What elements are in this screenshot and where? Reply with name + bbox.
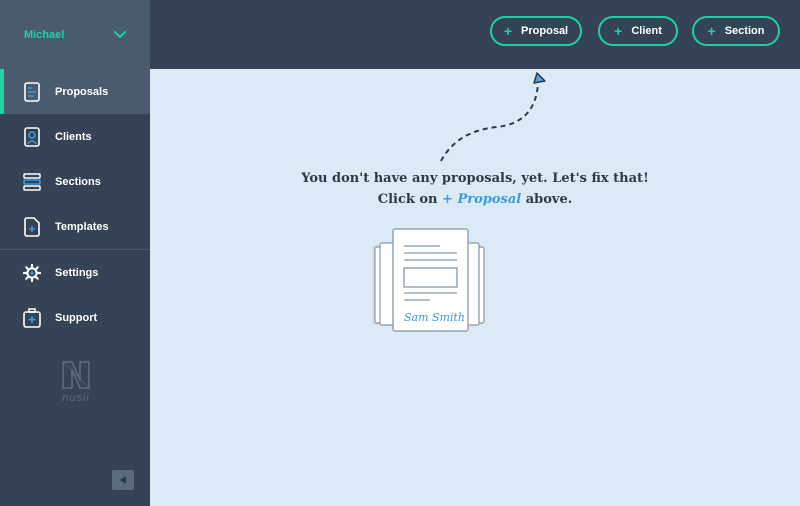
sidebar-item-templates[interactable]: Templates [0, 204, 150, 249]
chevron-down-icon [114, 30, 126, 39]
user-name: Michael [24, 28, 65, 41]
add-proposal-button[interactable]: + Proposal [490, 16, 582, 46]
sidebar-nav: Proposals Clients Sections Templates Set… [0, 69, 150, 340]
plus-icon: + [707, 23, 716, 39]
add-section-button[interactable]: + Section [692, 16, 780, 46]
gear-icon [23, 263, 41, 283]
add-proposal-label: Proposal [521, 25, 569, 37]
sidebar-item-label: Support [55, 311, 98, 324]
nusii-logo: nusii [58, 358, 94, 404]
client-badge-icon [23, 126, 41, 147]
triangle-left-icon [120, 476, 126, 484]
proposal-document-illustration: Sam Smith [372, 228, 485, 332]
sidebar-item-label: Templates [55, 220, 109, 233]
add-client-button[interactable]: + Client [598, 16, 678, 46]
sidebar: Michael Proposals Clients Sections Templ… [0, 0, 150, 506]
add-section-label: Section [724, 25, 765, 37]
first-aid-kit-icon [23, 307, 41, 328]
top-toolbar: + Proposal + Client + Section [150, 0, 800, 69]
sidebar-item-support[interactable]: Support [0, 295, 150, 340]
empty-state-message: You don't have any proposals, yet. Let's… [150, 168, 800, 210]
click-on-text: Click on [377, 192, 438, 207]
logo-text: nusii [62, 392, 90, 404]
sections-stack-icon [23, 172, 41, 192]
plus-icon: + [503, 23, 513, 39]
sidebar-item-label: Settings [55, 266, 99, 279]
sidebar-item-label: Sections [55, 175, 101, 188]
sidebar-item-label: Clients [55, 130, 92, 143]
add-client-label: Client [631, 25, 662, 37]
above-text: above. [525, 192, 573, 207]
empty-state-line2: Click on + Proposal above. [150, 189, 800, 210]
main-content: You don't have any proposals, yet. Let's… [150, 69, 800, 506]
plus-icon: + [614, 23, 623, 39]
empty-state-line1: You don't have any proposals, yet. Let's… [301, 171, 649, 186]
proposal-link[interactable]: + Proposal [442, 192, 521, 207]
signature: Sam Smith [404, 311, 465, 324]
user-menu[interactable]: Michael [0, 0, 150, 69]
sidebar-item-clients[interactable]: Clients [0, 114, 150, 159]
sidebar-item-sections[interactable]: Sections [0, 159, 150, 204]
sidebar-item-proposals[interactable]: Proposals [0, 69, 150, 114]
sidebar-item-settings[interactable]: Settings [0, 250, 150, 295]
sidebar-item-label: Proposals [55, 85, 109, 98]
collapse-sidebar-button[interactable] [112, 470, 134, 490]
template-doc-icon [23, 216, 41, 237]
proposal-doc-icon [23, 81, 41, 102]
dashed-arrow-icon [440, 72, 546, 162]
